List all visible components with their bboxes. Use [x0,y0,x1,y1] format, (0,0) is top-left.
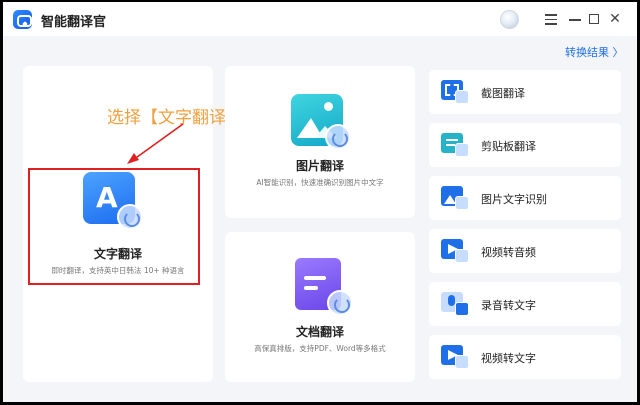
maximize-icon[interactable] [586,11,602,27]
conversion-results-link[interactable]: 转换结果 〉 [565,44,624,60]
recording-to-text-icon [441,292,471,318]
clipboard-translate-icon [441,133,471,159]
image-translate-title: 图片翻译 [295,159,344,173]
tool-item-video-to-text[interactable]: 视频转文字 [429,335,621,379]
tool-label: 图片文字识别 [481,193,547,206]
avatar[interactable] [500,10,519,29]
tool-item-clipboard-translate[interactable]: 剪贴板翻译 [429,123,621,167]
close-icon[interactable]: ✕ [607,11,623,27]
tool-item-video-to-audio[interactable]: 视频转音频 [429,229,621,273]
app-window: 智能翻译官 ✕ 转换结果 〉 A 文字翻译 即时翻译，支持英中日韩法 10+ 种… [3,2,637,402]
image-ocr-icon [441,186,471,212]
tool-label: 剪贴板翻译 [481,140,536,153]
video-to-audio-icon [441,239,471,265]
highlight-box [28,168,200,285]
tool-label: 视频转音频 [481,246,536,259]
document-translate-card[interactable]: 文档翻译 高保真排版，支持PDF、Word等多格式 [225,232,415,382]
tool-item-screenshot-translate[interactable]: 截图翻译 [429,70,621,114]
document-translate-title: 文档翻译 [295,325,344,339]
video-to-text-icon [441,345,471,371]
title-bar: 智能翻译官 ✕ [3,2,637,36]
document-translate-icon [295,258,353,316]
tool-item-recording-to-text[interactable]: 录音转文字 [429,282,621,326]
annotation-arrow [127,123,184,164]
image-translate-desc: AI智能识别，快速准确识别图片中文字 [256,178,384,187]
minimize-icon[interactable] [567,11,583,27]
image-translate-card[interactable]: 图片翻译 AI智能识别，快速准确识别图片中文字 [225,66,415,218]
document-translate-desc: 高保真排版，支持PDF、Word等多格式 [254,344,386,353]
tool-item-image-ocr[interactable]: 图片文字识别 [429,176,621,220]
tool-label: 截图翻译 [481,87,525,100]
menu-icon[interactable] [543,11,559,27]
screenshot-translate-icon [441,80,471,106]
tool-label: 视频转文字 [481,352,536,365]
tool-label: 录音转文字 [481,299,536,312]
image-translate-icon [291,94,351,150]
app-title: 智能翻译官 [41,15,107,30]
app-logo-icon [13,10,32,29]
